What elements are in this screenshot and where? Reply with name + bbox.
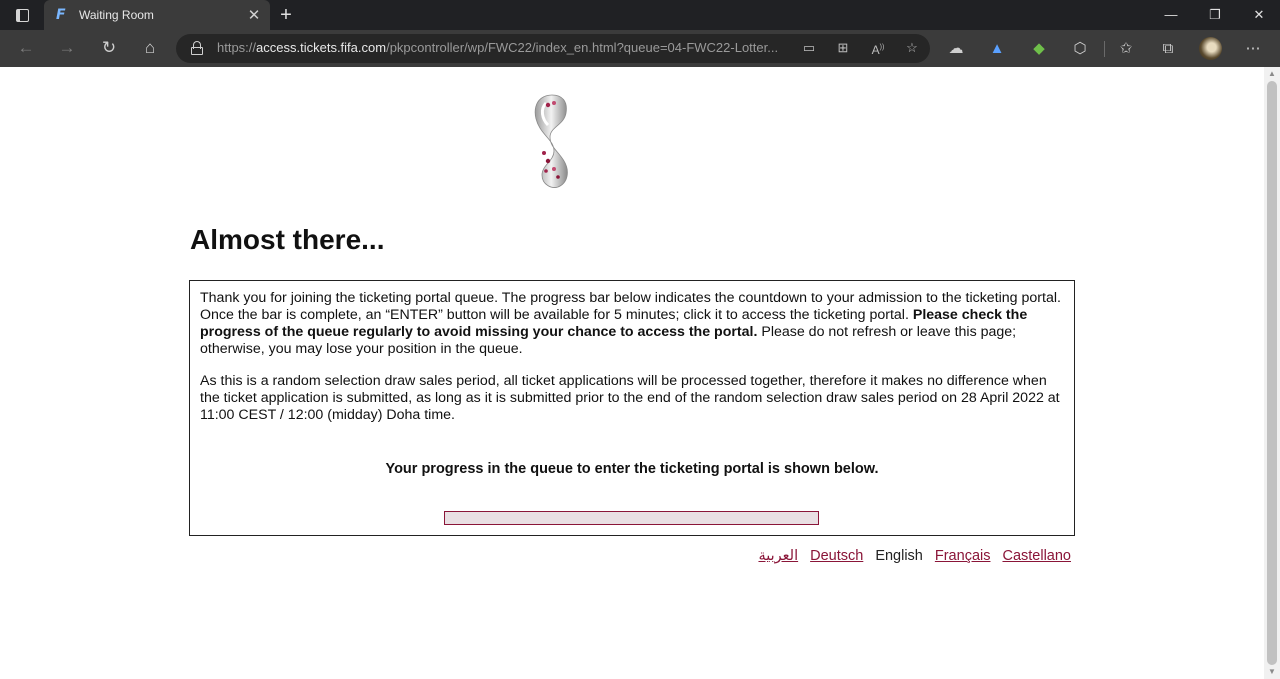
cloud-extension-icon[interactable]: ☁	[945, 38, 967, 60]
language-selector: العربية Deutsch English Français Castell…	[758, 548, 1071, 564]
extension-icon[interactable]: ⬡	[1069, 38, 1091, 60]
forward-icon[interactable]: →	[52, 35, 82, 61]
profile-avatar[interactable]	[1199, 37, 1222, 60]
extension-gem-icon[interactable]: ◆	[1028, 38, 1050, 60]
page-viewport: Almost there... Thank you for joining th…	[0, 67, 1264, 679]
browser-toolbar: ← → ↻ ⌂ https://access.tickets.fifa.com/…	[0, 30, 1280, 67]
scroll-down-icon[interactable]: ▼	[1264, 665, 1280, 679]
fifa-favicon-icon: F	[56, 7, 66, 23]
language-link-german[interactable]: Deutsch	[810, 548, 863, 564]
language-link-arabic[interactable]: العربية	[758, 548, 798, 564]
app-available-icon[interactable]: ▭	[798, 38, 820, 58]
tab-waiting-room[interactable]: F Waiting Room ✕	[44, 0, 270, 30]
queue-progress-bar	[444, 511, 819, 525]
collections-icon[interactable]: ⧉	[1157, 38, 1179, 60]
read-aloud-icon[interactable]: A))	[867, 38, 889, 58]
qr-code-icon[interactable]: ⊞	[832, 38, 854, 58]
more-icon[interactable]: ⋯	[1242, 38, 1264, 60]
close-icon[interactable]: ✕	[244, 6, 264, 24]
address-bar[interactable]: https://access.tickets.fifa.com/pkpcontr…	[176, 34, 930, 63]
random-draw-paragraph: As this is a random selection draw sales…	[200, 373, 1060, 423]
restore-icon[interactable]: ❐	[1194, 0, 1236, 30]
language-link-french[interactable]: Français	[935, 548, 991, 564]
vertical-scrollbar[interactable]: ▲ ▼	[1264, 67, 1280, 679]
queue-intro-paragraph: Thank you for joining the ticketing port…	[200, 290, 1061, 357]
scrollbar-thumb[interactable]	[1267, 81, 1277, 665]
extension-user-icon[interactable]: ▲	[986, 38, 1008, 60]
back-icon[interactable]: ←	[11, 35, 41, 61]
trophy-logo	[534, 94, 568, 188]
scroll-up-icon[interactable]: ▲	[1264, 67, 1280, 81]
new-tab-icon[interactable]: +	[276, 3, 296, 27]
toolbar-divider	[1104, 41, 1105, 57]
tab-actions-icon[interactable]	[10, 6, 34, 24]
language-current-english: English	[875, 548, 923, 564]
progress-label: Your progress in the queue to enter the …	[385, 461, 879, 477]
lock-icon[interactable]	[190, 41, 204, 56]
language-link-spanish[interactable]: Castellano	[1002, 548, 1071, 564]
add-favorite-icon[interactable]: ☆	[901, 38, 923, 58]
refresh-icon[interactable]: ↻	[94, 35, 124, 61]
minimize-icon[interactable]: —	[1150, 0, 1192, 30]
tab-title: Waiting Room	[79, 8, 154, 22]
favorites-icon[interactable]: ✩	[1115, 38, 1137, 60]
home-icon[interactable]: ⌂	[135, 35, 165, 61]
tab-strip: F Waiting Room ✕ + — ❐ ✕	[0, 0, 1280, 30]
url-text[interactable]: https://access.tickets.fifa.com/pkpcontr…	[217, 40, 787, 55]
page-title: Almost there...	[190, 224, 385, 255]
window-close-icon[interactable]: ✕	[1238, 0, 1280, 30]
queue-info-box: Thank you for joining the ticketing port…	[189, 280, 1075, 536]
